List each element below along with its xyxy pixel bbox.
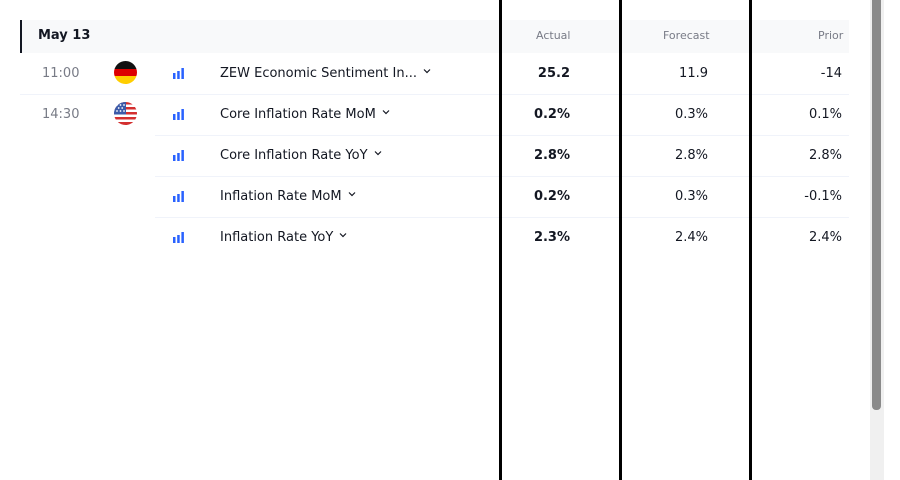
calendar-table: May 13 Actual Forecast Prior 11:00 ZEW E… xyxy=(20,20,849,245)
column-header-prior[interactable]: Prior xyxy=(818,29,843,42)
actual-value: 0.2% xyxy=(533,189,570,204)
prior-value: -0.1% xyxy=(804,189,842,204)
table-row[interactable]: Inflation Rate YoY 2.3% 2.4% 2.4% xyxy=(155,217,849,258)
importance-bars-icon xyxy=(173,232,184,243)
table-row[interactable]: Core Inflation Rate MoM 0.2% 0.3% 0.1% xyxy=(155,94,849,136)
importance-bars-icon xyxy=(173,109,184,120)
chevron-down-icon[interactable] xyxy=(374,149,382,157)
actual-value: 2.8% xyxy=(533,148,570,163)
event-name-link[interactable]: Core Inflation Rate YoY xyxy=(220,148,382,164)
event-name-link[interactable]: Core Inflation Rate MoM xyxy=(220,107,390,123)
column-divider xyxy=(499,0,502,480)
prior-value: 2.4% xyxy=(808,230,842,245)
chevron-down-icon[interactable] xyxy=(348,190,356,198)
column-header-forecast[interactable]: Forecast xyxy=(663,29,710,42)
chevron-down-icon[interactable] xyxy=(382,108,390,116)
actual-value: 2.3% xyxy=(533,230,570,245)
table-row[interactable]: 11:00 ZEW Economic Sentiment In... 25.2 … xyxy=(20,53,849,95)
prior-value: 0.1% xyxy=(808,107,842,122)
event-name-link[interactable]: ZEW Economic Sentiment In... xyxy=(220,66,431,82)
event-name: ZEW Economic Sentiment In... xyxy=(220,66,417,81)
economic-calendar: May 13 Actual Forecast Prior 11:00 ZEW E… xyxy=(0,0,900,480)
usa-flag-icon xyxy=(114,102,137,125)
forecast-value: 2.4% xyxy=(674,230,708,245)
table-row[interactable]: Core Inflation Rate YoY 2.8% 2.8% 2.8% xyxy=(155,135,849,177)
importance-bars-icon xyxy=(173,150,184,161)
event-name: Inflation Rate MoM xyxy=(220,189,342,204)
forecast-value: 2.8% xyxy=(674,148,708,163)
event-name: Core Inflation Rate MoM xyxy=(220,107,376,122)
actual-value: 0.2% xyxy=(533,107,570,122)
prior-value: -14 xyxy=(820,66,842,81)
actual-value: 25.2 xyxy=(537,66,570,81)
importance-bars-icon xyxy=(173,191,184,202)
scrollbar-thumb[interactable] xyxy=(872,0,881,410)
germany-flag-icon xyxy=(114,61,137,84)
event-name: Inflation Rate YoY xyxy=(220,230,334,245)
date-label: May 13 xyxy=(38,28,91,43)
column-header-actual[interactable]: Actual xyxy=(536,29,570,42)
table-row[interactable]: Inflation Rate MoM 0.2% 0.3% -0.1% xyxy=(155,176,849,218)
chevron-down-icon[interactable] xyxy=(339,231,347,239)
column-divider xyxy=(619,0,622,480)
event-name: Core Inflation Rate YoY xyxy=(220,148,368,163)
event-time: 14:30 xyxy=(42,107,80,122)
importance-bars-icon xyxy=(173,68,184,79)
column-divider xyxy=(749,0,752,480)
event-name-link[interactable]: Inflation Rate MoM xyxy=(220,189,356,205)
chevron-down-icon[interactable] xyxy=(423,67,431,75)
date-header-row: May 13 Actual Forecast Prior xyxy=(20,20,849,53)
forecast-value: 11.9 xyxy=(679,66,708,81)
event-time: 11:00 xyxy=(42,66,80,81)
event-name-link[interactable]: Inflation Rate YoY xyxy=(220,230,347,246)
forecast-value: 0.3% xyxy=(674,107,708,122)
forecast-value: 0.3% xyxy=(674,189,708,204)
prior-value: 2.8% xyxy=(808,148,842,163)
